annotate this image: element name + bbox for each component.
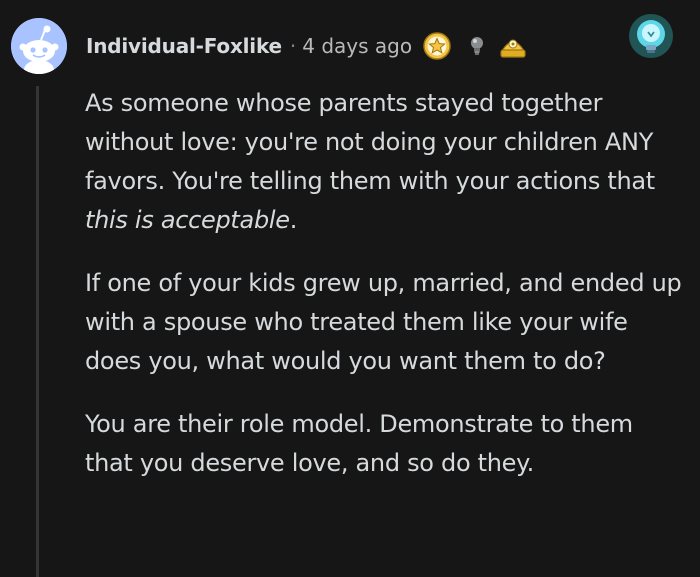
star-award-icon[interactable] (422, 31, 452, 61)
thread-line[interactable] (36, 86, 39, 577)
paragraph-1-end: . (289, 206, 298, 234)
comment-paragraph-3: You are their role model. Demonstrate to… (85, 410, 633, 477)
timestamp[interactable]: 4 days ago (302, 34, 412, 58)
comment-paragraph-2: If one of your kids grew up, married, an… (85, 269, 682, 375)
lightbulb-award-icon-svg (471, 37, 484, 55)
username-link[interactable]: Individual-Foxlike (86, 34, 282, 58)
helpful-award-icon-svg (500, 39, 526, 58)
helpful-award-icon[interactable] (498, 31, 528, 61)
star-award-icon-svg (423, 32, 451, 60)
avatar[interactable] (11, 18, 67, 74)
comment-body: As someone whose parents stayed together… (85, 84, 685, 507)
comment-header: Individual-Foxlike · 4 days ago (86, 30, 528, 62)
paragraph-1-emphasis: this is acceptable (85, 206, 290, 234)
lightbulb-glow-icon-svg (629, 14, 673, 58)
comment-paragraph-1: As someone whose parents stayed together… (85, 84, 685, 240)
snoo-avatar-icon (11, 18, 67, 74)
comment: Individual-Foxlike · 4 days ago As someo… (0, 0, 700, 577)
lightbulb-glow-icon[interactable] (626, 12, 676, 62)
lightbulb-award-icon[interactable] (466, 33, 488, 59)
paragraph-1-text: As someone whose parents stayed together… (85, 89, 655, 195)
separator-dot: · (289, 34, 297, 58)
